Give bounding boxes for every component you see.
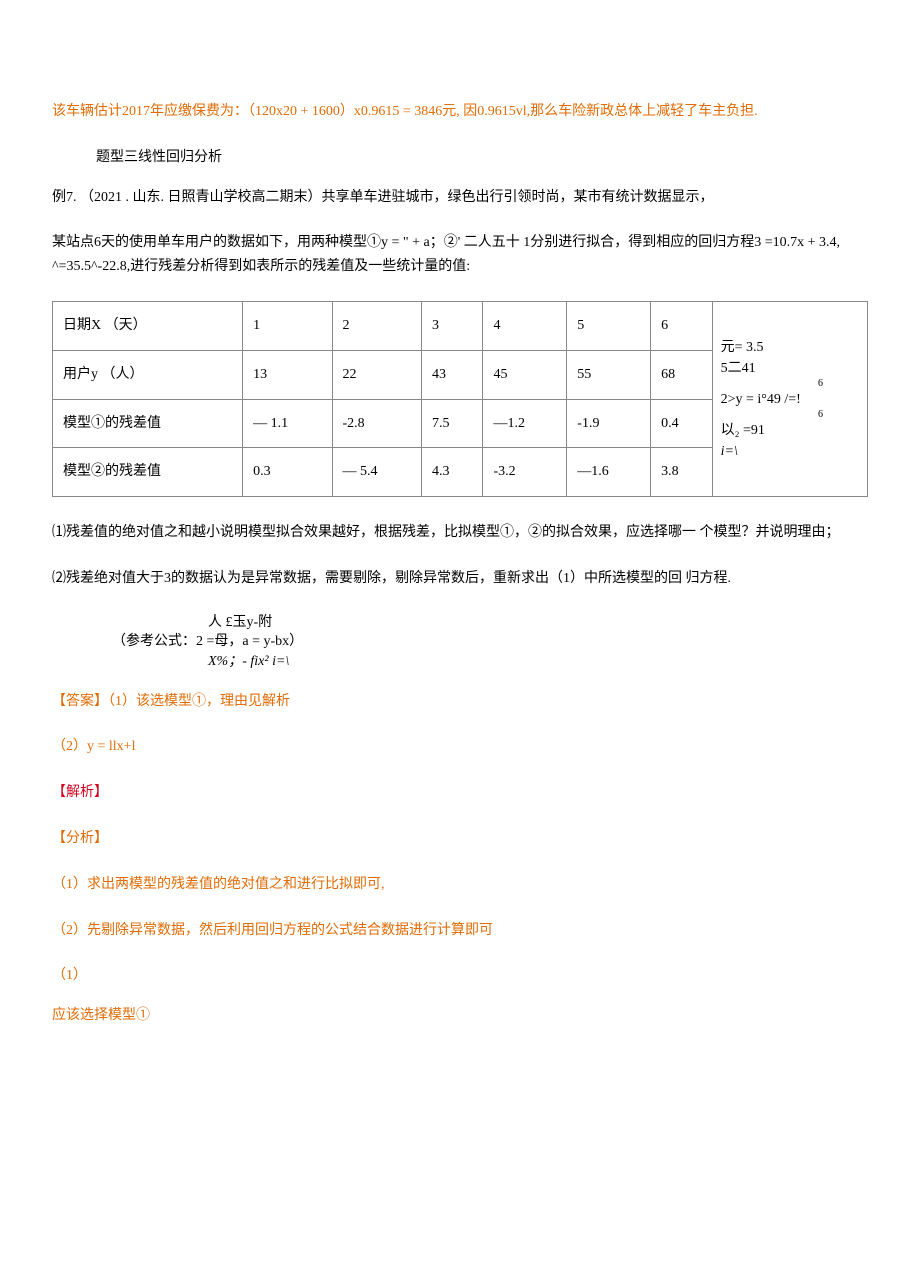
table-cell: — 5.4 (332, 448, 421, 497)
side-stat-line: i=\ (721, 444, 738, 459)
formula-reference: 人 £玉y-附 （参考公式：2 =母，a = y-bx） X%；- fix² i… (52, 613, 868, 672)
table-cell: 用户y （人） (53, 350, 243, 399)
question-1: ⑴残差值的绝对值之和越小说明模型拟合效果越好，根据残差，比拟模型①，②的拟合效果… (52, 521, 868, 545)
part1-number: （1） (52, 964, 868, 988)
side-stat-line: 5二41 (721, 361, 756, 376)
question-2: ⑵残差绝对值大于3的数据认为是异常数据，需要剔除，剔除异常数后，重新求出（1）中… (52, 567, 868, 591)
table-cell: -2.8 (332, 399, 421, 448)
side-sup: 6 (721, 410, 823, 420)
formula-line: 人 £玉y-附 (112, 613, 868, 633)
section-heading: 题型三线性回归分析 (52, 146, 868, 170)
table-cell: —1.2 (483, 399, 567, 448)
table-cell: 2 (332, 301, 421, 350)
part1-text: 应该选择模型① (52, 1004, 868, 1028)
table-cell: 5 (567, 301, 651, 350)
formula-mid-text: （参考公式：2 =母，a = y-bx） (112, 634, 303, 649)
table-cell: 7.5 (421, 399, 482, 448)
table-cell: 4.3 (421, 448, 482, 497)
jiexi-label: 【解析】 (52, 781, 868, 805)
table-cell: 日期X （天） (53, 301, 243, 350)
table-cell: 3.8 (651, 448, 712, 497)
side-stat-line: 2>y = i°49 /=! (721, 392, 801, 407)
example7-intro: 例7. （2021 . 山东. 日照青山学校高二期末）共享单车进驻城市，绿色出行… (52, 186, 868, 210)
table-cell: 45 (483, 350, 567, 399)
side-stat-line: 元= 3.5 (721, 340, 764, 355)
analysis-line-2: （2）先剔除异常数据，然后利用回归方程的公式结合数据进行计算即可 (52, 919, 868, 943)
table-cell: 3 (421, 301, 482, 350)
document-page: 该车辆估计2017年应缴保费为：（120x20 + 1600）x0.9615 =… (0, 0, 920, 1264)
side-sup: 6 (721, 379, 823, 389)
table-cell: 模型①的残差值 (53, 399, 243, 448)
fenxi-label: 【分析】 (52, 827, 868, 851)
table-cell: 22 (332, 350, 421, 399)
table-cell: 68 (651, 350, 712, 399)
table-cell: 模型②的残差值 (53, 448, 243, 497)
answer-header: 【答案】（1）该选模型①，理由见解析 (52, 690, 868, 714)
formula-line: （参考公式：2 =母，a = y-bx） (112, 632, 868, 652)
formula-line: X%；- fix² i=\ (112, 652, 868, 672)
analysis-line-1: （1）求出两模型的残差值的绝对值之和进行比拟即可, (52, 873, 868, 897)
example7-body: 某站点6天的使用单车用户的数据如下，用两种模型①y = " + a；②' 二人五… (52, 231, 868, 279)
table-cell: -3.2 (483, 448, 567, 497)
table-cell: -1.9 (567, 399, 651, 448)
table-cell: 43 (421, 350, 482, 399)
residual-table: 日期X （天） 1 2 3 4 5 6 元= 3.5 5二41 6 2>y = … (52, 301, 868, 497)
table-cell: 0.3 (243, 448, 332, 497)
table-cell: 4 (483, 301, 567, 350)
table-cell: 13 (243, 350, 332, 399)
table-cell: 55 (567, 350, 651, 399)
side-stats-cell: 元= 3.5 5二41 6 2>y = i°49 /=! 6 以₂ =91 i=… (712, 301, 867, 496)
table-row: 日期X （天） 1 2 3 4 5 6 元= 3.5 5二41 6 2>y = … (53, 301, 868, 350)
table-cell: — 1.1 (243, 399, 332, 448)
table-cell: 6 (651, 301, 712, 350)
answer-line-2: （2）y = llx+l (52, 735, 868, 759)
side-stat-line: 以₂ =91 (721, 423, 765, 438)
table-cell: 0.4 (651, 399, 712, 448)
table-cell: 1 (243, 301, 332, 350)
premium-sentence: 该车辆估计2017年应缴保费为：（120x20 + 1600）x0.9615 =… (52, 100, 868, 124)
table-cell: —1.6 (567, 448, 651, 497)
